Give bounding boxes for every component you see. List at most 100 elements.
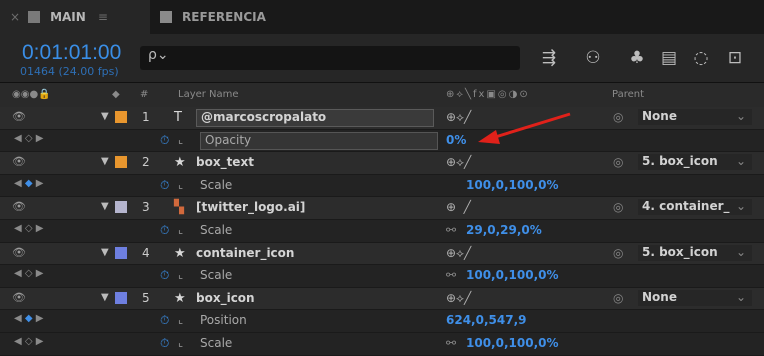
tab-main-label: MAIN	[50, 10, 86, 24]
layer-label-color[interactable]	[115, 201, 127, 214]
constrain-proportions-link-icon[interactable]: ⚯	[446, 268, 456, 282]
graph-icon[interactable]: ⌞	[178, 133, 183, 146]
stopwatch-icon[interactable]: ⏱	[160, 268, 169, 283]
layer-label-color[interactable]	[115, 291, 127, 304]
property-value[interactable]: 100,0,100,0%	[466, 268, 559, 282]
motion-blur-icon[interactable]: ◌	[690, 47, 712, 69]
pick-whip-icon[interactable]: ◎	[613, 200, 623, 214]
property-value[interactable]: 29,0,29,0%	[466, 223, 542, 237]
current-time-display[interactable]: 0:01:01:00	[22, 41, 121, 65]
layer-number: 3	[142, 200, 150, 215]
parent-value: 5. box_icon	[642, 244, 718, 259]
layer-label-color[interactable]	[115, 156, 127, 169]
expand-twirl-icon[interactable]: ▼	[101, 111, 109, 122]
graph-icon[interactable]: ⌞	[178, 223, 183, 236]
keyframe-navigator[interactable]: ◀ ◇ ▶	[14, 223, 43, 234]
pick-whip-icon[interactable]: ◎	[613, 246, 623, 260]
expand-twirl-icon[interactable]: ▼	[101, 156, 109, 167]
layer-row[interactable]: 👁 ▼ 3 ▚ [twitter_logo.ai] ⊕ ╱ ◎ 4. conta…	[0, 197, 764, 220]
keyframe-navigator[interactable]: ◀ ◆ ▶	[14, 313, 43, 324]
pick-whip-icon[interactable]: ◎	[613, 155, 623, 169]
property-row[interactable]: ◀ ◆ ▶ ⏱ ⌞ Position 624,0,547,9	[0, 310, 764, 333]
property-row[interactable]: ◀ ◇ ▶ ⏱ ⌞ Opacity 0%	[0, 129, 764, 153]
keyframe-navigator[interactable]: ◀ ◇ ▶	[14, 268, 43, 279]
expand-twirl-icon[interactable]: ▼	[101, 201, 109, 212]
layer-label-color[interactable]	[115, 111, 127, 123]
layer-switches[interactable]: ⊕⟡╱	[446, 155, 471, 170]
layer-row[interactable]: 👁 ▼ 1 T @marcoscropalato ⊕⟡╱ ◎ None ⌄	[0, 107, 764, 130]
layer-name[interactable]: [twitter_logo.ai]	[196, 200, 305, 214]
frame-blending-icon[interactable]: ▤	[658, 47, 680, 69]
keyframe-navigator[interactable]: ◀ ◇ ▶	[14, 133, 43, 144]
layer-name-header[interactable]: Layer Name	[178, 89, 239, 100]
stopwatch-icon[interactable]: ⏱	[160, 313, 169, 328]
layer-row[interactable]: 👁 ▼ 5 ★ box_icon ⊕⟡╱ ◎ None ⌄	[0, 287, 764, 311]
shy-layers-icon[interactable]: ♣	[626, 47, 648, 69]
layer-switches[interactable]: ⊕⟡╱	[446, 246, 471, 261]
parent-dropdown[interactable]: 4. container_ ⌄	[638, 199, 752, 216]
property-name: Scale	[200, 222, 233, 237]
property-row[interactable]: ◀ ◇ ▶ ⏱ ⌞ Scale ⚯ 29,0,29,0%	[0, 219, 764, 243]
parent-value: 5. box_icon	[642, 154, 718, 169]
layer-label-color[interactable]	[115, 246, 127, 259]
parent-dropdown[interactable]: 5. box_icon ⌄	[638, 154, 752, 171]
expand-twirl-icon[interactable]: ▼	[101, 292, 109, 303]
expand-twirl-icon[interactable]: ▼	[101, 247, 109, 258]
frame-count: 01464 (24.00 fps)	[20, 65, 119, 78]
graph-icon[interactable]: ⌞	[178, 336, 183, 349]
tab-referencia[interactable]: REFERENCIA	[160, 0, 310, 34]
tab-main[interactable]: × MAIN ≡	[0, 0, 150, 34]
stopwatch-icon[interactable]: ⏱	[160, 133, 169, 148]
layer-switches[interactable]: ⊕⟡╱	[446, 110, 471, 125]
layer-switches[interactable]: ⊕ ╱	[446, 200, 471, 214]
av-switches-icons: ◉◉●🔒	[12, 89, 51, 100]
search-input[interactable]: ρ⌄	[140, 46, 520, 70]
parent-dropdown[interactable]: 5. box_icon ⌄	[638, 244, 752, 261]
layer-row[interactable]: 👁 ▼ 4 ★ container_icon ⊕⟡╱ ◎ 5. box_icon…	[0, 242, 764, 266]
keyframe-navigator[interactable]: ◀ ◆ ▶	[14, 178, 43, 189]
layer-name[interactable]: container_icon	[196, 246, 294, 260]
property-row[interactable]: ◀ ◆ ▶ ⏱ ⌞ Scale 100,0,100,0%	[0, 174, 764, 198]
visibility-eye-icon[interactable]: 👁	[12, 291, 26, 304]
pick-whip-icon[interactable]: ◎	[613, 291, 623, 305]
draft-3d-icon[interactable]: ⚇	[582, 47, 604, 69]
property-row[interactable]: ◀ ◇ ▶ ⏱ ⌞ Scale ⚯ 100,0,100,0%	[0, 332, 764, 356]
pick-whip-icon[interactable]: ◎	[613, 110, 623, 124]
graph-editor-icon[interactable]: ⊡	[724, 47, 746, 69]
layer-name[interactable]: box_text	[196, 155, 254, 169]
stopwatch-icon[interactable]: ⏱	[160, 178, 169, 193]
graph-icon[interactable]: ⌞	[178, 313, 183, 326]
property-name: Opacity	[200, 131, 438, 150]
property-value[interactable]: 624,0,547,9	[446, 313, 526, 327]
search-icon: ρ⌄	[148, 47, 169, 63]
stopwatch-icon[interactable]: ⏱	[160, 223, 169, 238]
constrain-proportions-link-icon[interactable]: ⚯	[446, 336, 456, 350]
comp-color-swatch	[160, 11, 172, 23]
graph-icon[interactable]: ⌞	[178, 178, 183, 191]
visibility-eye-icon[interactable]: 👁	[12, 246, 26, 259]
property-row[interactable]: ◀ ◇ ▶ ⏱ ⌞ Scale ⚯ 100,0,100,0%	[0, 265, 764, 288]
layer-number: 4	[142, 245, 150, 260]
stopwatch-icon[interactable]: ⏱	[160, 336, 169, 351]
layer-name[interactable]: @marcoscropalato	[196, 109, 434, 127]
parent-dropdown[interactable]: None ⌄	[638, 289, 752, 306]
property-value[interactable]: 100,0,100,0%	[466, 178, 559, 192]
parent-header[interactable]: Parent	[612, 89, 644, 100]
layer-switches[interactable]: ⊕⟡╱	[446, 291, 471, 306]
parent-dropdown[interactable]: None ⌄	[638, 109, 752, 125]
graph-icon[interactable]: ⌞	[178, 268, 183, 281]
close-icon[interactable]: ×	[10, 10, 20, 24]
tab-menu-icon[interactable]: ≡	[98, 10, 108, 24]
switches-header: ⊕⟡╲fx▣◎◑⊙	[446, 89, 530, 100]
visibility-eye-icon[interactable]: 👁	[12, 155, 26, 168]
visibility-eye-icon[interactable]: 👁	[12, 200, 26, 213]
annotation-arrow	[478, 112, 571, 144]
layer-row[interactable]: 👁 ▼ 2 ★ box_text ⊕⟡╱ ◎ 5. box_icon ⌄	[0, 152, 764, 175]
comp-mini-flowchart-icon[interactable]: ⇶	[538, 47, 560, 69]
constrain-proportions-link-icon[interactable]: ⚯	[446, 223, 456, 237]
layer-name[interactable]: box_icon	[196, 291, 255, 305]
visibility-eye-icon[interactable]: 👁	[12, 110, 26, 123]
property-value[interactable]: 100,0,100,0%	[466, 336, 559, 350]
keyframe-navigator[interactable]: ◀ ◇ ▶	[14, 336, 43, 347]
property-value[interactable]: 0%	[446, 133, 466, 147]
